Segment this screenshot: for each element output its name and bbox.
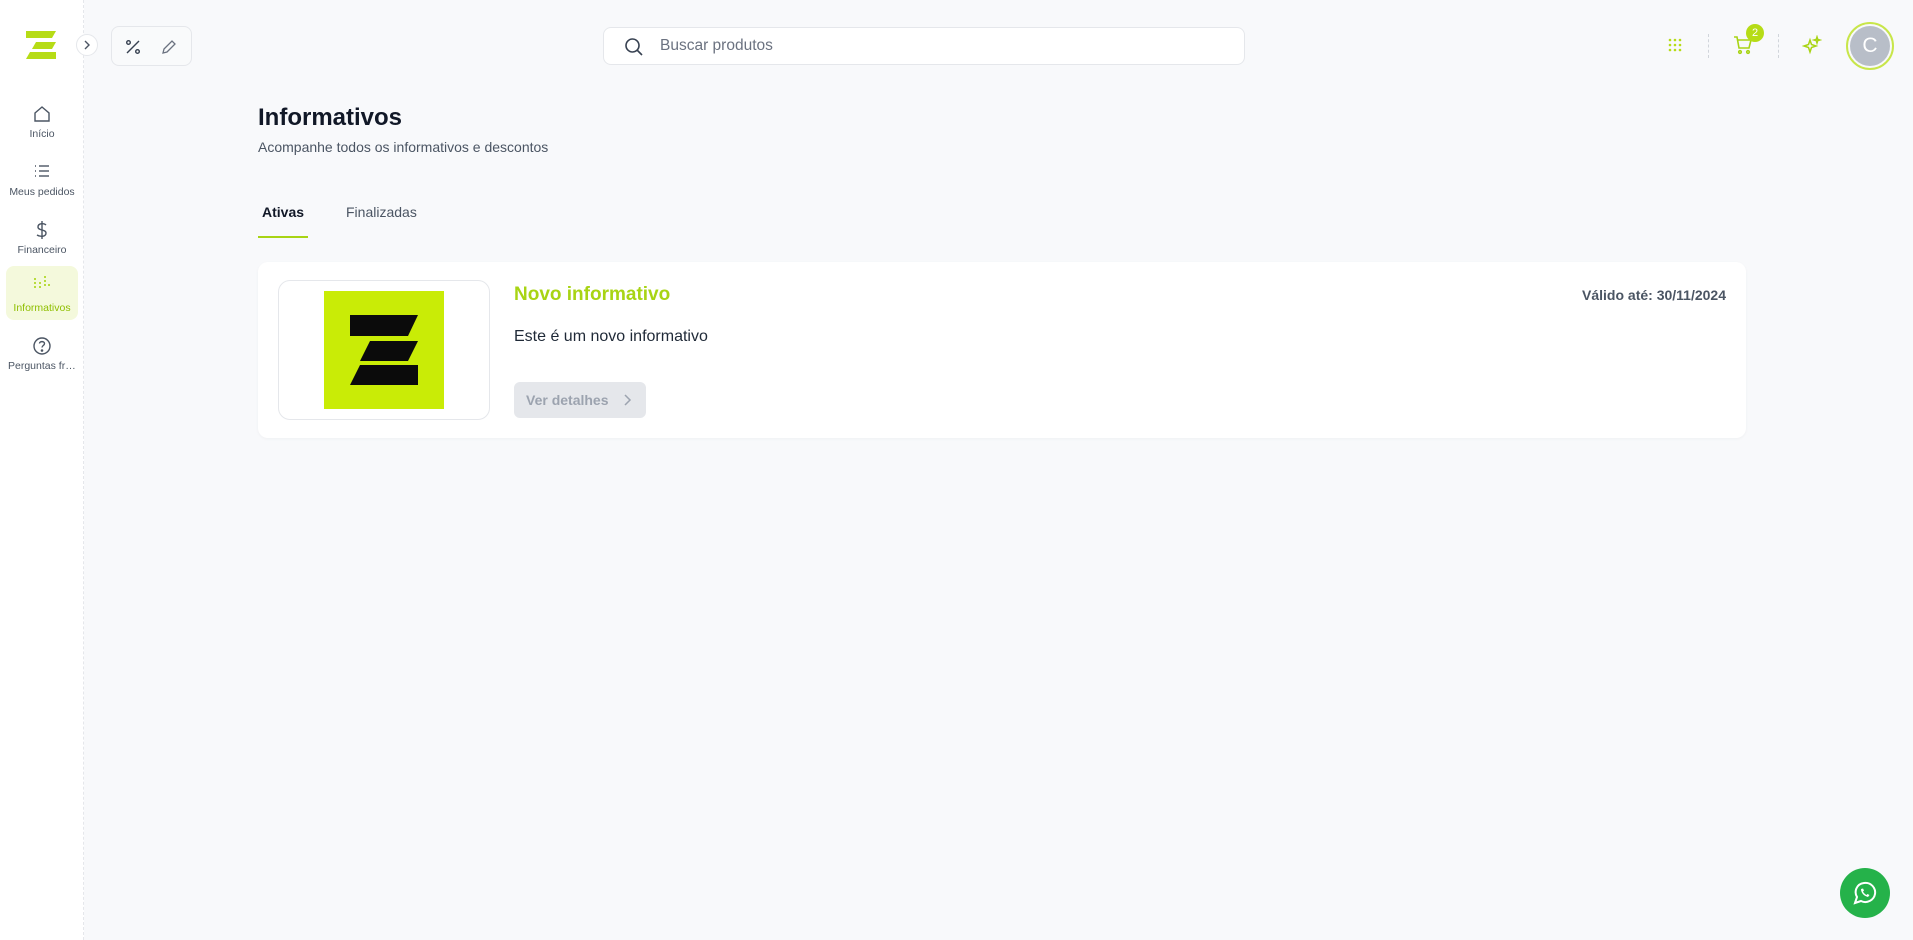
header-divider	[1778, 34, 1779, 58]
list-icon	[35, 165, 49, 177]
avatar-initial: C	[1850, 26, 1890, 66]
help-circle-icon	[33, 337, 51, 355]
sidebar-item-financeiro[interactable]: Financeiro	[6, 214, 78, 266]
valid-until: Válido até: 30/11/2024	[1582, 287, 1726, 303]
sidebar: Início Meus pedidos Financeiro Informati…	[0, 0, 84, 940]
sidebar-item-label: Início	[29, 128, 55, 140]
user-avatar[interactable]: C	[1846, 22, 1894, 70]
edit-button[interactable]	[158, 36, 180, 58]
whatsapp-button[interactable]	[1840, 868, 1890, 918]
search-icon	[625, 38, 643, 56]
dollar-icon	[36, 221, 47, 239]
whatsapp-icon	[1853, 881, 1877, 905]
bar-equalizer-icon	[34, 276, 50, 288]
sidebar-expand-button[interactable]	[76, 34, 98, 56]
view-details-label: Ver detalhes	[526, 392, 609, 408]
brand-logo-image	[324, 291, 444, 409]
sidebar-item-inicio[interactable]: Início	[6, 98, 78, 150]
pencil-icon	[162, 40, 176, 54]
chevron-right-icon	[624, 394, 632, 406]
sparkle-icon	[1802, 35, 1822, 55]
sidebar-item-label: Meus pedidos	[9, 186, 75, 198]
chevron-right-icon	[84, 40, 90, 50]
grid-dots-icon	[1668, 38, 1682, 52]
search-input[interactable]	[660, 28, 1230, 64]
ai-sparkle-button[interactable]	[1801, 34, 1823, 56]
brand-logo[interactable]	[24, 28, 58, 62]
header-divider	[1708, 34, 1709, 58]
home-icon	[34, 106, 50, 122]
percent-icon	[126, 40, 140, 54]
view-details-button[interactable]: Ver detalhes	[514, 382, 646, 418]
discount-button[interactable]	[122, 36, 144, 58]
informativo-card: Novo informativo Válido até: 30/11/2024 …	[258, 262, 1746, 438]
sidebar-item-label: Perguntas fre...	[8, 360, 78, 372]
sidebar-item-label: Financeiro	[17, 244, 67, 256]
sidebar-item-perguntas[interactable]: Perguntas fre...	[6, 330, 78, 382]
page-title: Informativos	[258, 104, 403, 131]
search-bar	[603, 27, 1245, 65]
tab-ativas[interactable]: Ativas	[258, 204, 309, 238]
sidebar-item-informativos[interactable]: Informativos	[6, 266, 78, 320]
cart-count-badge: 2	[1746, 24, 1764, 42]
sidebar-item-meus-pedidos[interactable]: Meus pedidos	[6, 156, 78, 208]
tab-finalizadas[interactable]: Finalizadas	[346, 204, 417, 238]
apps-grid-button[interactable]	[1664, 34, 1686, 56]
card-description: Este é um novo informativo	[514, 328, 708, 345]
card-title: Novo informativo	[514, 284, 671, 305]
page-subtitle: Acompanhe todos os informativos e descon…	[258, 139, 549, 155]
quick-tools	[111, 26, 192, 66]
informativo-thumbnail	[278, 280, 490, 420]
sidebar-item-label: Informativos	[13, 302, 71, 314]
